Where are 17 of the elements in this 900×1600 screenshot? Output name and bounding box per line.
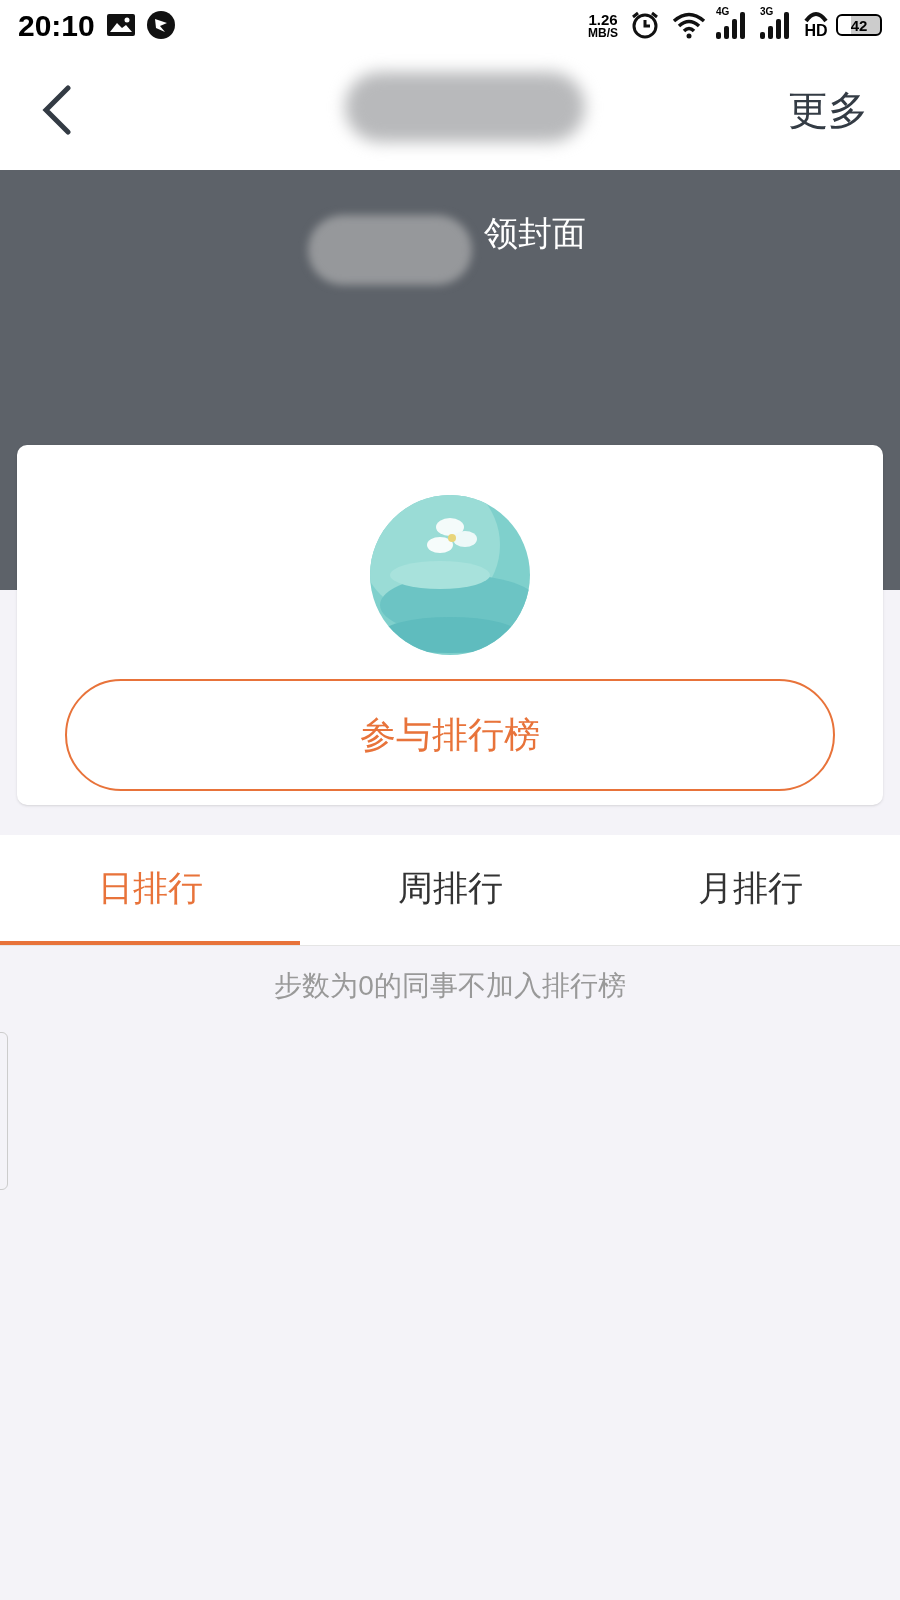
hd-label: HD — [804, 23, 828, 39]
ranking-tab[interactable]: 周排行 — [300, 835, 600, 945]
ranking-tab[interactable]: 月排行 — [600, 835, 900, 945]
battery-level: 42 — [850, 17, 868, 33]
banner-text: 领封面 — [484, 213, 586, 254]
more-button[interactable]: 更多 — [788, 80, 868, 140]
back-icon[interactable] — [40, 85, 72, 135]
network-type: 3G — [760, 7, 774, 17]
clock-time: 20:10 — [18, 7, 95, 44]
network-type: 4G — [716, 7, 730, 17]
picture-icon — [106, 14, 135, 36]
speed-unit: MB/S — [588, 26, 618, 39]
network-speed: 1.26 — [588, 11, 618, 27]
note-text: 步数为0的同事不加入排行榜 — [274, 970, 626, 1001]
wifi-icon — [672, 11, 706, 39]
alarm-icon — [630, 10, 660, 40]
app-icon — [146, 11, 175, 39]
